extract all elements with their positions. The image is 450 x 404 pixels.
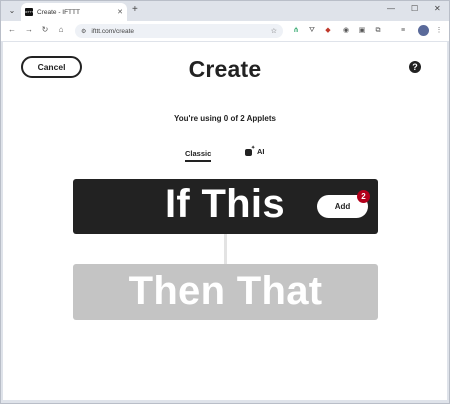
tab-strip: ⌄ IFTTT Create - IFTTT ✕ + — ☐ ✕ [1,1,449,21]
notification-badge: 2 [357,190,370,203]
tab-search-icon[interactable]: ⌄ [5,5,19,17]
then-that-text: Then That [128,269,323,313]
if-this-card[interactable]: If This Add 2 [73,179,378,234]
new-tab-plus-icon[interactable]: + [132,4,138,15]
then-that-card: Then That [73,264,378,320]
card-connector [224,234,227,264]
minimize-icon[interactable]: — [387,4,395,13]
share-icon[interactable]: ⋔ [291,26,301,36]
page-title: Create [188,56,262,82]
browser-tab[interactable]: IFTTT Create - IFTTT ✕ [21,3,127,21]
profile-avatar[interactable] [418,25,429,36]
extension-3-icon[interactable]: ◉ [341,26,351,36]
tab-ai[interactable]: ✦ AI [245,145,265,156]
more-menu-icon[interactable]: ⋮ [434,26,444,36]
tab-classic[interactable]: Classic [185,149,212,162]
home-icon[interactable]: ⌂ [55,25,67,34]
bookmark-star-icon[interactable]: ☆ [271,27,277,35]
tab-ai-label: AI [257,147,265,156]
site-info-icon[interactable]: ⚙ [81,28,86,35]
browser-toolbar: ← → ↻ ⌂ ⚙ ifttt.com/create ☆ ⋔ ⛛ ◆ ◉ ▣ ⧉… [1,21,449,41]
reload-icon[interactable]: ↻ [39,25,51,34]
back-arrow-icon[interactable]: ← [6,25,18,34]
window-close-icon[interactable]: ✕ [434,4,441,13]
address-bar[interactable]: ⚙ ifttt.com/create ☆ [75,24,283,38]
ai-sparkle-icon: ✦ [245,145,255,156]
extensions-puzzle-icon[interactable]: ⧉ [373,26,383,36]
url-text[interactable]: ifttt.com/create [91,28,270,35]
media-icon[interactable]: ≡ [398,26,408,36]
forward-arrow-icon[interactable]: → [23,25,35,34]
extension-4-icon[interactable]: ▣ [357,26,367,36]
browser-window: ⌄ IFTTT Create - IFTTT ✕ + — ☐ ✕ ← → ↻ ⌂… [0,0,450,404]
extension-2-icon[interactable]: ◆ [323,26,333,36]
page-content: Cancel Create ? You're using 0 of 2 Appl… [3,42,447,400]
extension-1-icon[interactable]: ⛛ [307,26,317,36]
close-icon[interactable]: ✕ [117,8,123,16]
applets-usage-note: You're using 0 of 2 Applets [174,114,276,123]
if-this-text: If This [165,182,285,226]
help-icon[interactable]: ? [409,61,421,73]
maximize-icon[interactable]: ☐ [411,4,418,13]
ifttt-favicon-icon: IFTTT [25,8,34,16]
tab-title: Create - IFTTT [37,8,80,16]
create-mode-tabs: Classic ✦ AI [3,145,447,165]
